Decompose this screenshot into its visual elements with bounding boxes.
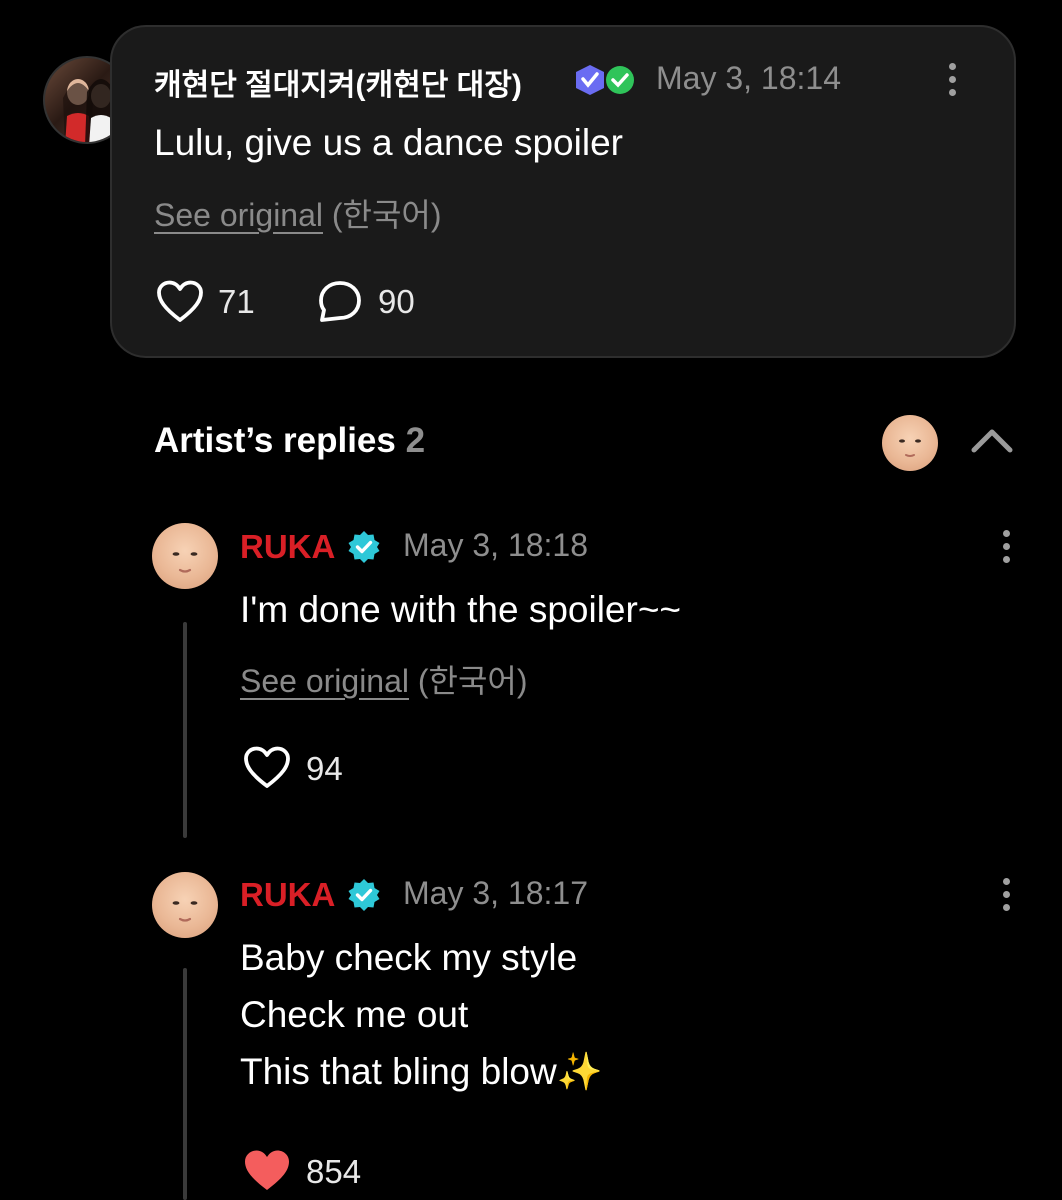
reply-timestamp: May 3, 18:18 [403,527,588,563]
thread-line [183,968,187,1200]
artist-replies-count: 2 [405,421,426,460]
verified-icon [348,879,380,911]
fan-badges-icon [576,65,634,95]
reply-text: I'm done with the spoiler~~ [240,589,682,630]
reply-icon[interactable] [317,280,363,324]
artist-replies-header: Artist’s replies 2 [154,421,425,461]
artist-avatar-small [882,415,938,471]
see-original-link[interactable]: See original [154,197,323,233]
baby-face-art [172,552,198,573]
reply-timestamp: May 3, 18:17 [403,875,588,911]
reply-more-icon[interactable] [1001,530,1011,563]
reply-text: Baby check my style Check me out This th… [240,929,603,1100]
comment-timestamp: May 3, 18:14 [656,60,841,96]
heart-icon[interactable] [156,280,204,324]
comment-more-icon[interactable] [947,63,957,96]
see-original-link[interactable]: See original [240,663,409,699]
chevron-up-icon[interactable] [970,426,1014,454]
reply-like-count: 854 [306,1153,362,1190]
comment-text: Lulu, give us a dance spoiler [154,122,623,163]
comment-author[interactable]: 캐현단 절대지켜(캐현단 대장) [154,60,522,104]
reply-text-line: This that bling blow✨ [240,1051,603,1092]
reply-text-line: Check me out [240,994,469,1035]
comment-like-count: 71 [218,283,255,320]
reply-avatar[interactable] [152,872,218,938]
original-language: (한국어) [331,197,442,233]
artist-replies-title: Artist’s replies [154,421,396,460]
reply-author[interactable]: RUKA [240,528,335,566]
reply-avatar[interactable] [152,523,218,589]
reply-text-line: Baby check my style [240,937,578,978]
reply-see-original[interactable]: See original (한국어) [240,656,528,702]
original-language: (한국어) [417,663,528,699]
verified-icon [348,531,380,563]
reply-more-icon[interactable] [1001,878,1011,911]
comment-reply-count: 90 [378,283,415,320]
reply-author[interactable]: RUKA [240,876,335,914]
thread-line [183,622,187,838]
heart-filled-icon[interactable] [243,1149,291,1193]
baby-face-art [899,439,921,457]
reply-like-count: 94 [306,750,343,787]
comment-see-original[interactable]: See original (한국어) [154,190,442,236]
baby-face-art [172,901,198,922]
heart-icon[interactable] [243,746,291,790]
